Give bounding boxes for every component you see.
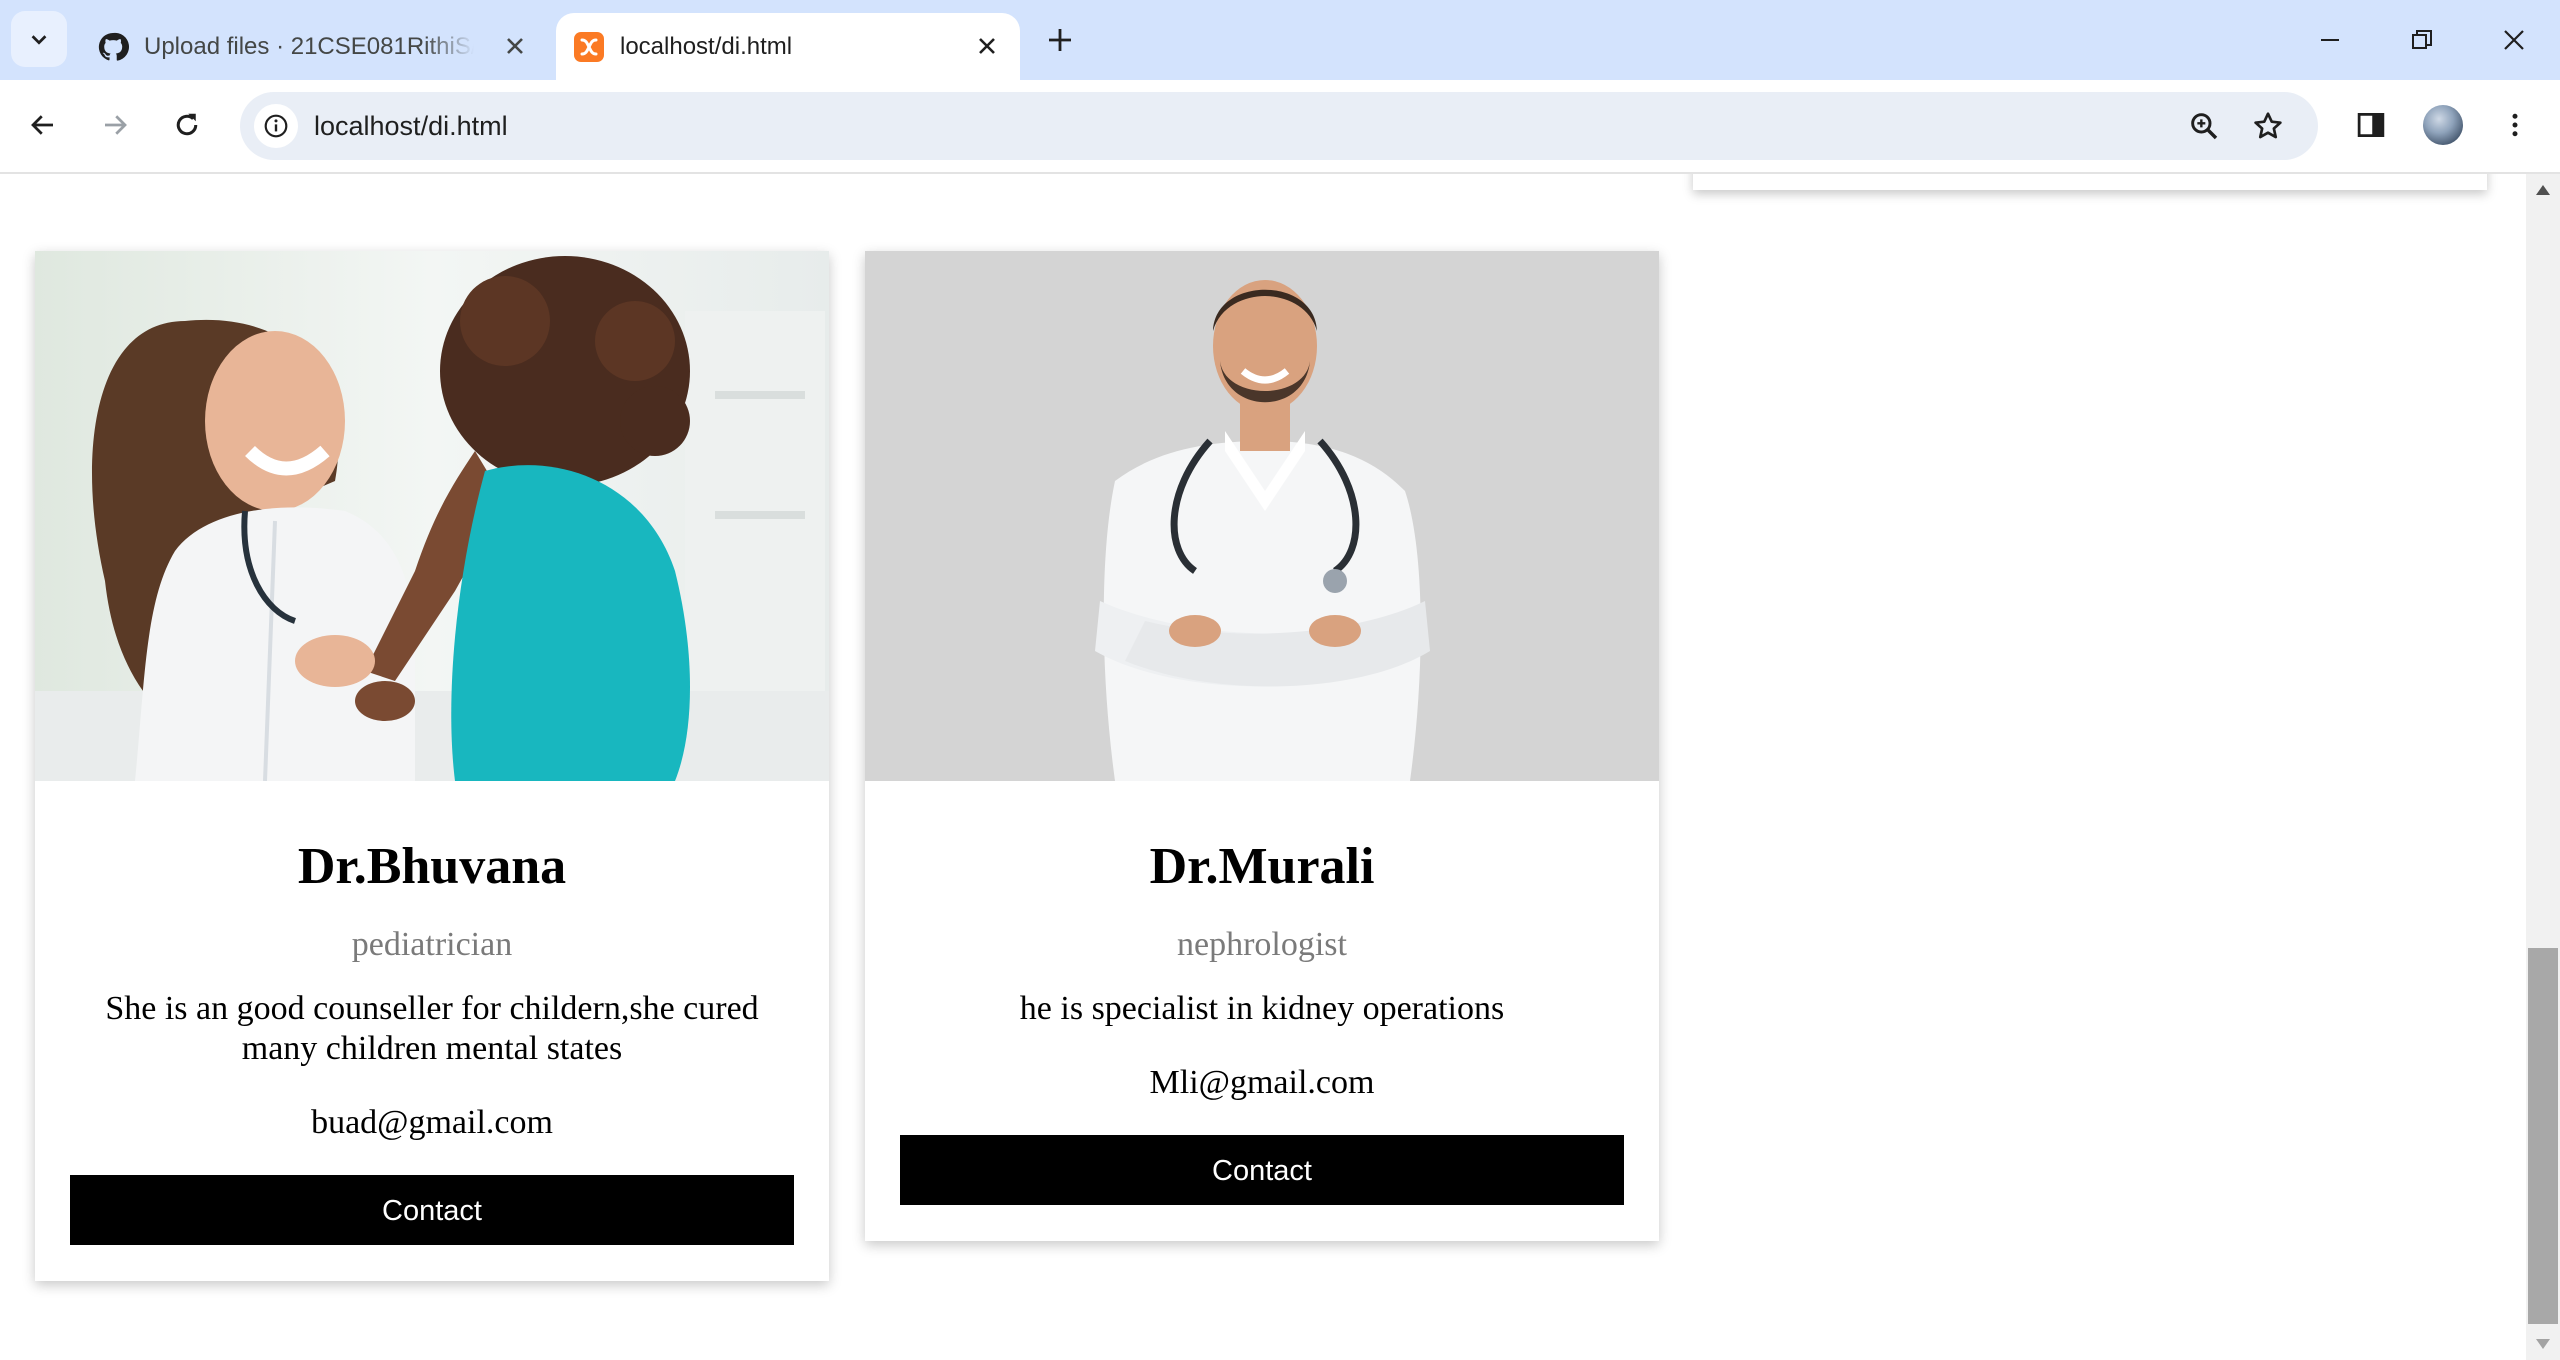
doctor-name: Dr.Murali (1149, 838, 1375, 895)
tab-title: Upload files · 21CSE081RithiS/H (144, 32, 474, 60)
tab-strip: Upload files · 21CSE081RithiS/H localhos… (0, 0, 2560, 80)
doctor-name: Dr.Bhuvana (297, 838, 567, 895)
doctor-description: She is an good counseller for childern,s… (105, 990, 759, 1067)
chevron-down-icon (31, 35, 47, 45)
contact-button[interactable]: Contact (70, 1175, 794, 1245)
card-bottom-spacing (865, 1205, 1659, 1241)
xampp-icon (572, 30, 606, 64)
avatar (2423, 105, 2463, 145)
side-panel-icon[interactable] (2346, 100, 2396, 150)
menu-button[interactable] (2490, 100, 2540, 150)
doctor-specialty: nephrologist (1177, 926, 1347, 963)
triangle-up-icon (2536, 185, 2550, 195)
tab-title: localhost/di.html (620, 32, 793, 60)
doctor-card: Dr.Murali nephrologist he is specialist … (865, 251, 1659, 1241)
doctor-email: buad@gmail.com (311, 1104, 553, 1141)
page-content: Dr.Bhuvana pediatrician She is an good c… (0, 174, 2526, 1360)
tab-search-button[interactable] (11, 11, 67, 67)
doctor-description: he is specialist in kidney operations (1019, 990, 1505, 1027)
triangle-down-icon (2536, 1339, 2550, 1349)
close-icon[interactable] (972, 31, 1002, 61)
card-bottom-spacing (35, 1245, 829, 1281)
doctor-email: Mli@gmail.com (1149, 1064, 1375, 1101)
tab-upload-files[interactable]: Upload files · 21CSE081RithiS/H (80, 13, 548, 80)
bookmark-star-icon[interactable] (2246, 104, 2290, 148)
browser-toolbar: localhost/di.html (0, 80, 2560, 174)
plus-icon (1049, 29, 1071, 51)
forward-button[interactable] (90, 100, 140, 150)
zoom-icon[interactable] (2182, 104, 2226, 148)
scroll-down-arrow[interactable] (2533, 1334, 2553, 1354)
close-icon[interactable] (500, 31, 530, 61)
scrollbar-thumb[interactable] (2528, 948, 2558, 1324)
doctor-with-child-photo (35, 251, 829, 781)
contact-button[interactable]: Contact (900, 1135, 1624, 1205)
profile-avatar[interactable] (2418, 100, 2468, 150)
more-vert-icon (2512, 113, 2518, 137)
doctor-specialty: pediatrician (351, 926, 513, 963)
reload-button[interactable] (162, 100, 212, 150)
reload-icon (176, 113, 198, 136)
site-info-icon[interactable] (254, 104, 298, 148)
address-bar[interactable]: localhost/di.html (240, 92, 2318, 160)
minimize-icon (2321, 39, 2339, 41)
restore-icon (2412, 30, 2432, 49)
male-doctor-photo (865, 251, 1659, 781)
scroll-up-arrow[interactable] (2533, 180, 2553, 200)
new-tab-button[interactable] (1040, 20, 1080, 60)
minimize-button[interactable] (2300, 14, 2360, 66)
close-window-button[interactable] (2484, 14, 2544, 66)
arrow-left-icon (31, 115, 53, 135)
arrow-right-icon (105, 115, 127, 135)
github-icon (96, 30, 130, 64)
address-url: localhost/di.html (314, 111, 508, 141)
close-icon (2504, 30, 2524, 50)
restore-button[interactable] (2392, 14, 2452, 66)
tab-localhost[interactable]: localhost/di.html (556, 13, 1020, 80)
doctor-card: Dr.Bhuvana pediatrician She is an good c… (35, 251, 829, 1281)
partial-card (1693, 174, 2487, 190)
back-button[interactable] (18, 100, 68, 150)
